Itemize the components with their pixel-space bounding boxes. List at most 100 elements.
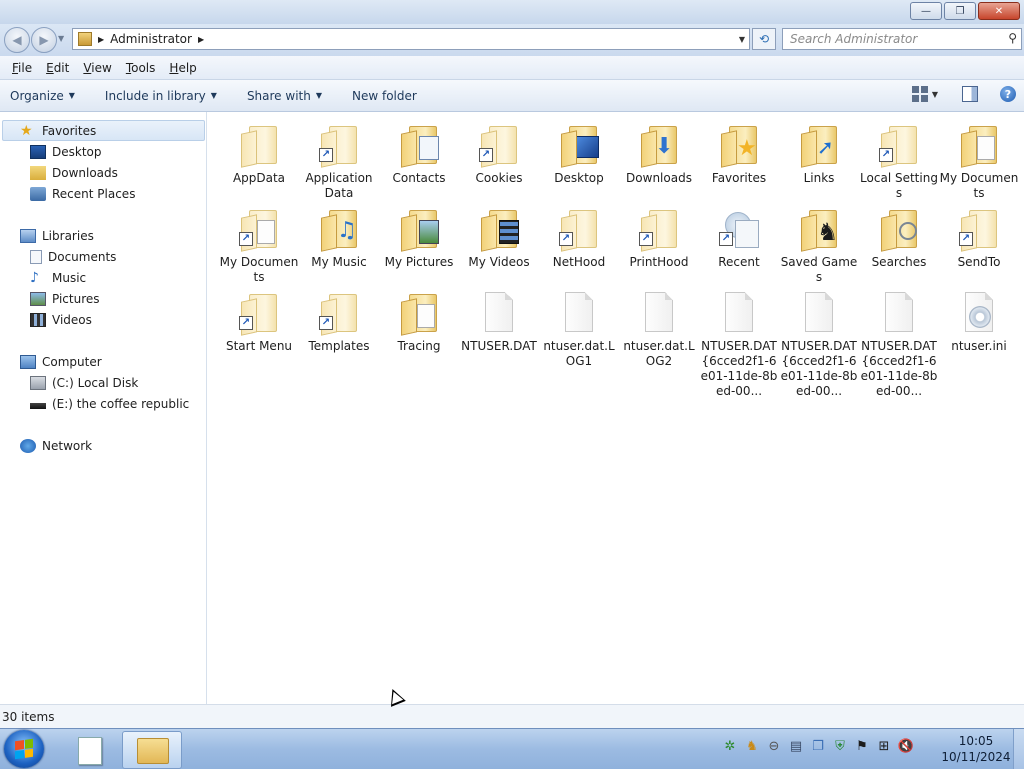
folder-icon: ♫	[319, 206, 359, 252]
menu-view[interactable]: View	[83, 61, 111, 75]
search-input[interactable]: Search Administrator	[790, 32, 917, 46]
share-with-button[interactable]: Share with ▼	[247, 89, 322, 103]
file-item[interactable]: ↗ My Documents	[219, 200, 299, 284]
file-item[interactable]: NTUSER.DAT{6cced2f1-6e01-11de-8bed-00...	[859, 284, 939, 398]
file-item[interactable]: ↗ Cookies	[459, 116, 539, 200]
clock[interactable]: 10:05 10/11/2024	[936, 733, 1016, 765]
file-item[interactable]: ★ Favorites	[699, 116, 779, 200]
breadcrumb-separator-icon[interactable]: ▶	[98, 35, 104, 44]
nav-favorites[interactable]: ★ Favorites	[20, 121, 96, 141]
tray-shield-icon[interactable]: ⛨	[832, 739, 848, 755]
file-item[interactable]: ntuser.ini	[939, 284, 1019, 368]
file-item[interactable]: NTUSER.DAT	[459, 284, 539, 368]
status-bar: 30 items	[0, 704, 1024, 728]
tray-copy-icon[interactable]: ❐	[810, 739, 826, 755]
file-item[interactable]: AppData	[219, 116, 299, 200]
change-view-icon[interactable]	[911, 86, 928, 102]
file-item[interactable]: ↗ Templates	[299, 284, 379, 368]
tray-network-app-icon[interactable]: ✲	[722, 739, 738, 755]
menu-edit[interactable]: Edit	[46, 61, 69, 75]
file-item[interactable]: ↗ PrintHood	[619, 200, 699, 284]
shortcut-arrow-icon: ↗	[319, 316, 333, 330]
new-folder-button[interactable]: New folder	[352, 89, 417, 103]
file-item[interactable]: ↗ Local Settings	[859, 116, 939, 200]
help-icon[interactable]: ?	[1000, 86, 1016, 102]
start-button[interactable]	[4, 730, 44, 768]
preview-pane-icon[interactable]	[962, 86, 978, 102]
file-item[interactable]: ♫ My Music	[299, 200, 379, 284]
folder-icon	[559, 122, 599, 168]
nav-documents[interactable]: Documents	[30, 247, 116, 267]
menu-file[interactable]: File	[12, 61, 32, 75]
view-options-caret-icon[interactable]: ▼	[932, 90, 938, 99]
menu-tools[interactable]: Tools	[126, 61, 156, 75]
breadcrumb-administrator[interactable]: Administrator	[110, 32, 192, 46]
tray-document-icon[interactable]: ▤	[788, 739, 804, 755]
file-item[interactable]: NTUSER.DAT{6cced2f1-6e01-11de-8bed-00...	[779, 284, 859, 398]
file-item[interactable]: ↗ SendTo	[939, 200, 1019, 284]
tray-network-icon[interactable]: ⊞	[876, 739, 892, 755]
nav-desktop[interactable]: Desktop	[30, 142, 102, 162]
file-item[interactable]: ↗ NetHood	[539, 200, 619, 284]
tray-volume-muted-icon[interactable]: 🔇	[898, 739, 914, 755]
breadcrumb-separator-icon[interactable]: ▶	[198, 35, 204, 44]
shortcut-arrow-icon: ↗	[959, 232, 973, 246]
organize-button[interactable]: Organize ▼	[10, 89, 75, 103]
file-item[interactable]: Contacts	[379, 116, 459, 200]
file-item[interactable]: ♞ Saved Games	[779, 200, 859, 284]
forward-button[interactable]: ▶	[31, 27, 57, 53]
tray-action-center-flag-icon[interactable]: ⚑	[854, 739, 870, 755]
maximize-button[interactable]: ❐	[944, 2, 976, 20]
file-item[interactable]: Desktop	[539, 116, 619, 200]
libraries-icon	[20, 229, 36, 243]
minimize-button[interactable]: —	[910, 2, 942, 20]
back-button[interactable]: ◀	[4, 27, 30, 53]
nav-videos[interactable]: Videos	[30, 310, 92, 330]
file-item[interactable]: ↗ Start Menu	[219, 284, 299, 368]
file-item[interactable]: My Pictures	[379, 200, 459, 284]
nav-libraries[interactable]: Libraries	[20, 226, 94, 246]
nav-music[interactable]: ♪ Music	[30, 268, 86, 288]
menu-bar: File Edit View Tools Help	[0, 56, 1024, 80]
file-item[interactable]: Tracing	[379, 284, 459, 368]
file-item[interactable]: ⬇ Downloads	[619, 116, 699, 200]
nav-local-disk[interactable]: (C:) Local Disk	[30, 373, 138, 393]
file-item[interactable]: Searches	[859, 200, 939, 284]
taskbar: ✲ ♞ ⊖ ▤ ❐ ⛨ ⚑ ⊞ 🔇 10:05 10/11/2024	[0, 728, 1024, 769]
file-item[interactable]: ↗ Application Data	[299, 116, 379, 200]
nav-computer[interactable]: Computer	[20, 352, 102, 372]
shortcut-arrow-icon: ↗	[559, 232, 573, 246]
tray-runner-icon[interactable]: ♞	[744, 739, 760, 755]
file-item[interactable]: NTUSER.DAT{6cced2f1-6e01-11de-8bed-00...	[699, 284, 779, 398]
file-item[interactable]: ntuser.dat.LOG2	[619, 284, 699, 368]
file-item[interactable]: ➚ Links	[779, 116, 859, 200]
search-box[interactable]: Search Administrator ⚲	[782, 28, 1022, 50]
file-item[interactable]: My Documents	[939, 116, 1019, 200]
include-in-library-button[interactable]: Include in library ▼	[105, 89, 217, 103]
address-bar[interactable]: ▶ Administrator ▶ ▼	[72, 28, 750, 50]
file-name: PrintHood	[629, 255, 689, 269]
folder-icon	[399, 206, 439, 252]
taskbar-explorer[interactable]	[122, 731, 182, 769]
nav-downloads[interactable]: Downloads	[30, 163, 118, 183]
close-button[interactable]: ✕	[978, 2, 1020, 20]
nav-music-label: Music	[52, 271, 87, 285]
file-item[interactable]: ntuser.dat.LOG1	[539, 284, 619, 368]
refresh-button[interactable]: ⟲	[752, 28, 776, 50]
file-item[interactable]: My Videos	[459, 200, 539, 284]
search-icon[interactable]: ⚲	[1008, 31, 1017, 45]
nav-pictures[interactable]: Pictures	[30, 289, 100, 309]
recent-pages-icon[interactable]: ▼	[58, 34, 64, 43]
nav-local-disk-label: (C:) Local Disk	[52, 376, 139, 390]
address-dropdown-icon[interactable]: ▼	[739, 35, 745, 44]
nav-network[interactable]: Network	[20, 436, 92, 456]
show-desktop-button[interactable]	[1013, 729, 1024, 769]
nav-removable-drive[interactable]: (E:) the coffee republic	[30, 394, 189, 414]
nav-recent-places[interactable]: Recent Places	[30, 184, 135, 204]
menu-help[interactable]: Help	[169, 61, 196, 75]
tray-minus-icon[interactable]: ⊖	[766, 739, 782, 755]
folder-icon	[879, 206, 919, 252]
taskbar-notepad[interactable]	[62, 731, 116, 767]
file-name: NTUSER.DAT	[461, 339, 537, 353]
file-item[interactable]: ↗ Recent	[699, 200, 779, 284]
